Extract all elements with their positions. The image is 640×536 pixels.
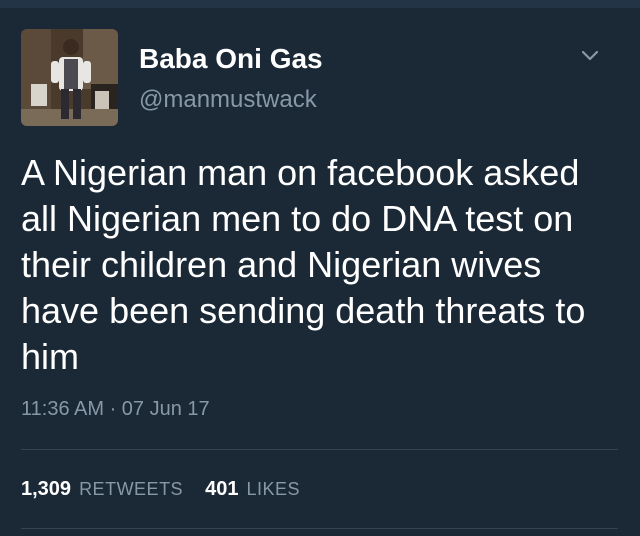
tweet-stats: 1,309 RETWEETS 401 LIKES (21, 478, 300, 501)
user-handle[interactable]: @manmustwack (139, 86, 317, 114)
top-bar (0, 0, 640, 8)
profile-photo-icon (21, 29, 118, 126)
likes-stat[interactable]: 401 LIKES (205, 478, 300, 501)
likes-count: 401 (205, 478, 239, 500)
retweets-stat[interactable]: 1,309 RETWEETS (21, 478, 183, 501)
tweet-timestamp[interactable]: 11:36 AM · 07 Jun 17 (21, 398, 210, 421)
tweet-text: A Nigerian man on facebook asked all Nig… (21, 152, 586, 377)
retweets-count: 1,309 (21, 478, 72, 500)
avatar[interactable] (21, 29, 118, 126)
divider (21, 449, 618, 450)
display-name[interactable]: Baba Oni Gas (139, 43, 323, 75)
retweets-label: RETWEETS (79, 479, 184, 499)
likes-label: LIKES (246, 479, 300, 499)
chevron-down-icon[interactable] (578, 44, 602, 68)
divider (21, 528, 618, 529)
